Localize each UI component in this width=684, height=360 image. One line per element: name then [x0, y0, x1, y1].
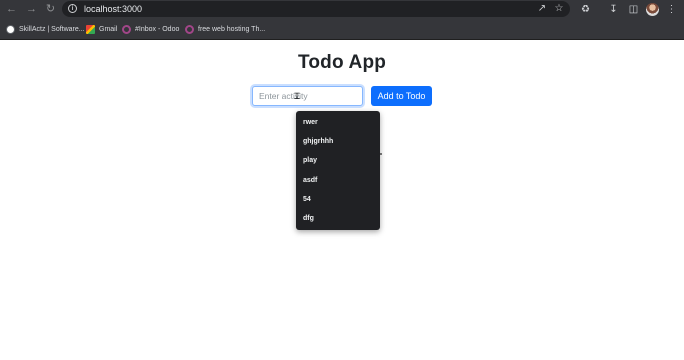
skillactz-icon [6, 24, 15, 34]
bookmark-skillactz[interactable]: SkillActz | Software... [6, 23, 85, 35]
bookmark-label: Gmail [99, 25, 118, 33]
bookmarks-bar: SkillActz | Software... Gmail #Inbox - O… [0, 20, 684, 37]
divider [380, 153, 382, 155]
download-icon[interactable]: ↧ [606, 2, 621, 17]
bookmark-label: #Inbox - Odoo [135, 25, 180, 33]
back-icon[interactable]: ← [4, 2, 19, 17]
side-panel-icon[interactable]: ◫ [626, 2, 641, 17]
address-bar[interactable]: i localhost:3000 ↗ ☆ [62, 1, 570, 17]
forward-icon[interactable]: → [24, 2, 39, 17]
autocomplete-item[interactable]: asdf [296, 171, 380, 190]
bookmark-free-web-hosting[interactable]: free web hosting Th... [185, 23, 265, 35]
bookmark-star-icon[interactable]: ☆ [553, 3, 565, 15]
activity-input-placeholder: Enter activity [259, 91, 308, 101]
url-text: localhost:3000 [84, 4, 143, 14]
autocomplete-item[interactable]: play [296, 151, 380, 170]
site-info-icon[interactable]: i [68, 4, 77, 13]
autocomplete-item[interactable]: rwer [296, 113, 380, 132]
browser-chrome: ← → ↻ i localhost:3000 ↗ ☆ ♻ ↧ ◫ ⋮ Skill… [0, 0, 684, 40]
activity-input[interactable]: Enter activity ⌶ [252, 86, 363, 106]
bookmark-odoo[interactable]: #Inbox - Odoo [122, 23, 179, 35]
autocomplete-item[interactable]: dfg [296, 209, 380, 228]
bookmark-label: free web hosting Th... [198, 25, 266, 33]
gmail-icon [86, 24, 95, 34]
bookmark-gmail[interactable]: Gmail [86, 23, 117, 35]
toolbar: ← → ↻ i localhost:3000 ↗ ☆ ♻ ↧ ◫ ⋮ [0, 0, 684, 19]
bookmark-label: SkillActz | Software... [19, 25, 85, 33]
open-external-icon[interactable]: ↗ [536, 3, 548, 15]
reload-icon[interactable]: ↻ [43, 2, 58, 17]
odoo-icon [185, 24, 194, 34]
add-to-todo-button[interactable]: Add to Todo [371, 86, 432, 106]
autocomplete-dropdown: rwer ghjgrhhh play asdf 54 dfg [296, 111, 380, 230]
divider [0, 39, 684, 40]
autocomplete-item[interactable]: ghjgrhhh [296, 132, 380, 151]
autocomplete-item[interactable]: 54 [296, 190, 380, 209]
text-cursor-icon: ⌶ [294, 91, 301, 102]
menu-icon[interactable]: ⋮ [664, 2, 679, 17]
extensions-icon[interactable]: ♻ [578, 2, 593, 17]
profile-avatar[interactable] [646, 3, 659, 16]
odoo-icon [122, 24, 131, 34]
page-title: Todo App [297, 52, 387, 73]
